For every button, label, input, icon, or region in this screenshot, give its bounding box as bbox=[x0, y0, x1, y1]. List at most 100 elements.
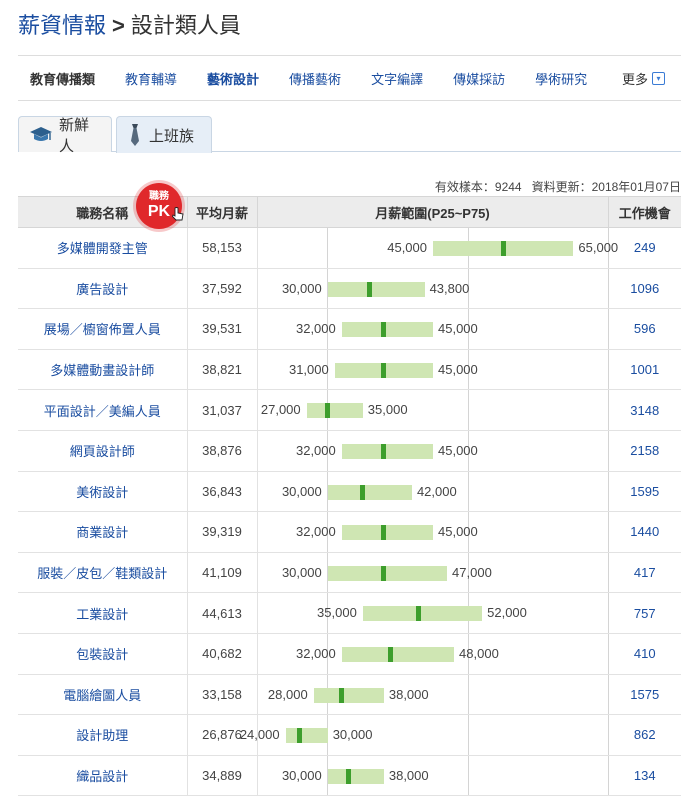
job-count-link[interactable]: 1096 bbox=[607, 268, 681, 310]
job-count-link[interactable]: 596 bbox=[607, 308, 681, 350]
job-name-link[interactable]: 工業設計 bbox=[18, 592, 187, 634]
salary-range-bar bbox=[327, 565, 448, 581]
p25-label: 45,000 bbox=[387, 240, 427, 255]
median-marker bbox=[381, 525, 387, 541]
p75-label: 65,000 bbox=[578, 240, 619, 255]
salary-range-cell: 32,000 48,000 bbox=[256, 633, 609, 675]
salary-range-bar bbox=[327, 281, 425, 297]
job-count-link[interactable]: 410 bbox=[607, 633, 681, 675]
job-count-link[interactable]: 134 bbox=[607, 755, 681, 797]
category-link[interactable]: 文字編譯 bbox=[371, 69, 423, 88]
job-count-link[interactable]: 862 bbox=[607, 714, 681, 756]
update-date: 資料更新：2018年01月07日 bbox=[531, 180, 681, 194]
avg-salary: 37,592 bbox=[186, 268, 257, 310]
more-dropdown[interactable]: 更多 ▾ bbox=[622, 69, 665, 88]
avg-salary: 39,319 bbox=[186, 511, 257, 553]
p75-label: 45,000 bbox=[438, 442, 478, 458]
median-marker bbox=[381, 362, 387, 378]
job-count-link[interactable]: 3148 bbox=[607, 389, 681, 431]
salary-range-cell: 32,000 45,000 bbox=[256, 511, 609, 553]
job-count-link[interactable]: 417 bbox=[607, 552, 681, 594]
median-marker bbox=[339, 687, 345, 703]
p25-label: 24,000 bbox=[239, 727, 280, 743]
salary-range-cell: 32,000 45,000 bbox=[256, 430, 609, 472]
job-count-link[interactable]: 1575 bbox=[607, 674, 681, 716]
median-marker bbox=[360, 484, 366, 500]
salary-range-cell: 30,000 38,000 bbox=[256, 755, 609, 797]
graduation-cap-icon bbox=[29, 125, 53, 145]
job-pk-button[interactable]: 職務 PK bbox=[136, 183, 184, 229]
necktie-icon bbox=[127, 123, 143, 147]
p75-label: 52,000 bbox=[487, 605, 527, 621]
range-gridline bbox=[608, 674, 609, 715]
job-count-link[interactable]: 249 bbox=[607, 227, 681, 269]
table-row: 工業設計 44,613 35,000 52,000 757 bbox=[18, 592, 681, 634]
job-name-link[interactable]: 設計助理 bbox=[18, 714, 187, 756]
avg-salary: 41,109 bbox=[186, 552, 257, 594]
p25-label: 30,000 bbox=[281, 280, 322, 296]
job-count-link[interactable]: 2158 bbox=[607, 430, 681, 472]
tab-label: 上班族 bbox=[149, 127, 195, 145]
avg-salary: 39,531 bbox=[186, 308, 257, 350]
job-count-link[interactable]: 1595 bbox=[607, 471, 681, 513]
salary-range-cell: 28,000 38,000 bbox=[256, 674, 609, 716]
job-count-link[interactable]: 1001 bbox=[607, 349, 681, 391]
p25-label: 30,000 bbox=[281, 767, 322, 783]
header-job-openings: 工作機會 bbox=[607, 196, 681, 228]
job-name-link[interactable]: 廣告設計 bbox=[18, 268, 187, 310]
job-name-link[interactable]: 多媒體開發主管 bbox=[18, 227, 187, 269]
range-gridline bbox=[608, 552, 609, 593]
p25-label: 35,000 bbox=[317, 605, 357, 621]
table-row: 多媒體開發主管 58,153 45,000 65,000 249 bbox=[18, 227, 681, 269]
median-marker bbox=[367, 281, 373, 297]
category-link[interactable]: 學術研究 bbox=[535, 69, 587, 88]
breadcrumb-root-link[interactable]: 薪資情報 bbox=[18, 13, 106, 38]
range-gridline bbox=[327, 228, 329, 268]
salary-range-bar bbox=[327, 768, 384, 784]
category-link[interactable]: 傳播藝術 bbox=[289, 69, 341, 88]
job-name-link[interactable]: 服裝／皮包／鞋類設計 bbox=[18, 552, 187, 594]
range-gridline bbox=[467, 674, 469, 715]
p25-label: 30,000 bbox=[281, 564, 322, 580]
header-job-name: 職務名稱 職務 PK bbox=[18, 183, 187, 229]
range-gridline bbox=[608, 715, 609, 755]
avg-salary: 31,037 bbox=[186, 389, 257, 431]
avg-salary: 34,889 bbox=[186, 755, 257, 797]
salary-range-cell: 35,000 52,000 bbox=[256, 592, 609, 634]
job-name-link[interactable]: 多媒體動畫設計師 bbox=[18, 349, 187, 391]
job-name-link[interactable]: 包裝設計 bbox=[18, 633, 187, 675]
median-marker bbox=[500, 241, 506, 256]
job-name-link[interactable]: 平面設計／美編人員 bbox=[18, 389, 187, 431]
p75-label: 48,000 bbox=[459, 645, 499, 661]
salary-range-cell: 30,000 43,800 bbox=[256, 268, 609, 310]
p75-label: 30,000 bbox=[332, 727, 373, 743]
range-gridline bbox=[608, 390, 609, 430]
range-gridline bbox=[608, 593, 609, 633]
category-link[interactable]: 傳媒採訪 bbox=[453, 69, 505, 88]
median-marker bbox=[346, 768, 352, 784]
header-salary-range: 月薪範圍(P25~P75) bbox=[256, 196, 608, 228]
category-link[interactable]: 藝術設計 bbox=[207, 69, 259, 88]
table-row: 商業設計 39,319 32,000 45,000 1440 bbox=[18, 511, 681, 553]
job-name-link[interactable]: 織品設計 bbox=[18, 755, 187, 797]
job-count-link[interactable]: 1440 bbox=[607, 511, 681, 553]
salary-range-bar bbox=[313, 687, 384, 703]
median-marker bbox=[381, 322, 387, 338]
median-marker bbox=[297, 728, 303, 744]
range-gridline bbox=[608, 349, 609, 390]
salary-table: 職務名稱 職務 PK 平均月薪 月薪範圍(P25~P75) 工作機會 多媒體開發… bbox=[18, 183, 681, 797]
job-name-link[interactable]: 電腦繪圖人員 bbox=[18, 674, 187, 716]
tab-fresh-graduate[interactable]: 新鮮人 bbox=[18, 116, 112, 155]
tab-office-worker[interactable]: 上班族 bbox=[116, 116, 212, 153]
job-name-link[interactable]: 商業設計 bbox=[18, 511, 187, 553]
table-row: 廣告設計 37,592 30,000 43,800 1096 bbox=[18, 268, 681, 310]
job-name-link[interactable]: 美術設計 bbox=[18, 471, 187, 513]
range-gridline bbox=[467, 471, 469, 512]
category-link[interactable]: 教育輔導 bbox=[125, 69, 177, 88]
job-count-link[interactable]: 757 bbox=[607, 592, 681, 634]
job-name-link[interactable]: 網頁設計師 bbox=[18, 430, 187, 472]
category-link[interactable]: 教育傳播類 bbox=[30, 69, 95, 88]
range-gridline bbox=[467, 390, 469, 430]
job-name-link[interactable]: 展場／櫥窗佈置人員 bbox=[18, 308, 187, 350]
salary-range-cell: 45,000 65,000 bbox=[256, 227, 618, 269]
